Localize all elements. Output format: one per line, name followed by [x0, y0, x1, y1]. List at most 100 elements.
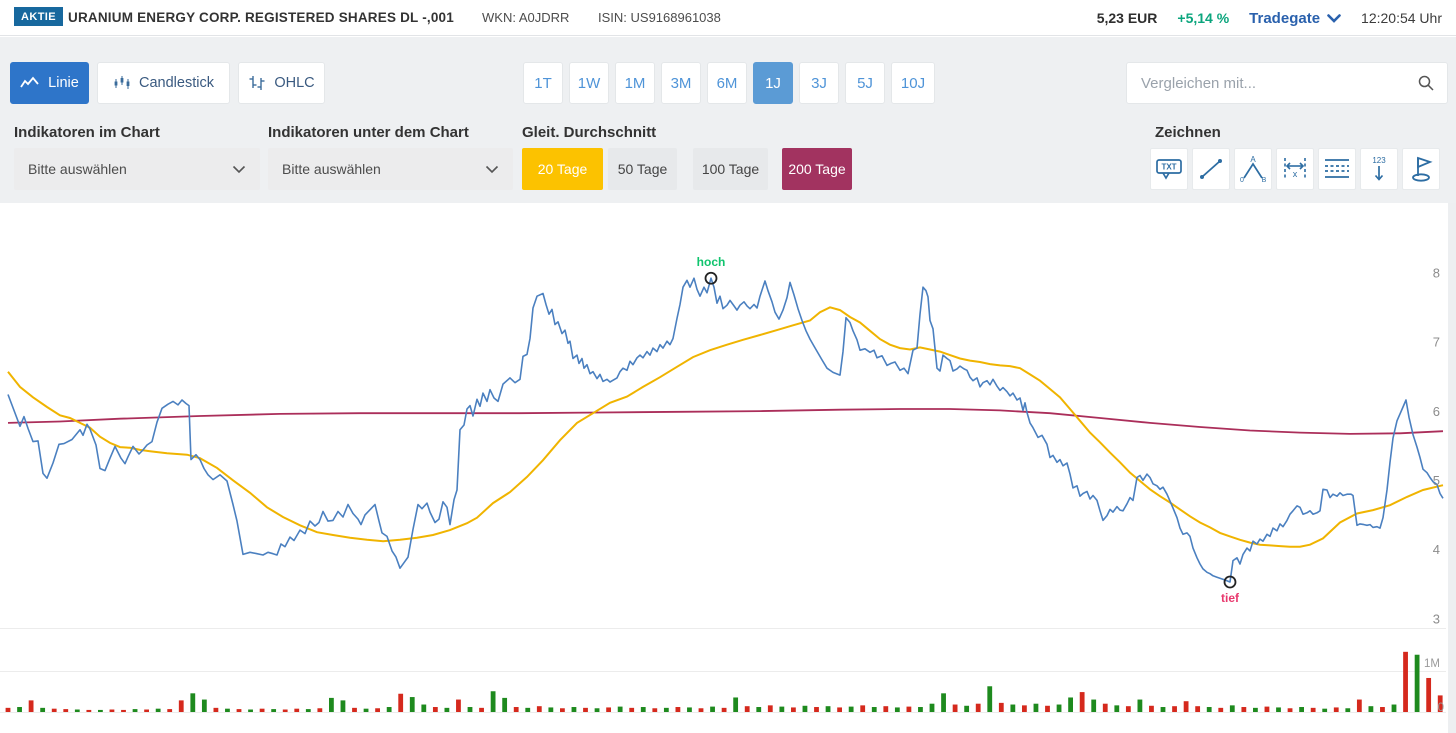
volume-bar	[756, 707, 761, 712]
volume-bar	[202, 700, 207, 712]
volume-bar	[329, 698, 334, 712]
volume-bar	[1426, 678, 1431, 712]
volume-bar	[491, 691, 496, 712]
volume-bar	[167, 709, 172, 712]
volume-bar	[6, 708, 11, 712]
volume-bar	[1345, 708, 1350, 712]
volume-bar	[387, 707, 392, 712]
volume-bar	[1149, 706, 1154, 712]
volume-bar	[190, 693, 195, 712]
volume-bar	[1103, 704, 1108, 712]
volume-bar	[352, 708, 357, 712]
volume-bar	[1034, 704, 1039, 712]
volume-bar	[364, 709, 369, 712]
volume-bar	[1218, 708, 1223, 712]
volume-bar	[144, 710, 149, 712]
volume-bar	[1403, 652, 1408, 712]
volume-bar	[1334, 707, 1339, 712]
volume-bar	[872, 707, 877, 712]
volume-bar	[479, 708, 484, 712]
volume-bar	[930, 704, 935, 712]
volume-bar	[248, 710, 253, 712]
y-axis-label: 6	[1433, 404, 1440, 419]
volume-bar	[1230, 705, 1235, 712]
volume-bar	[29, 700, 34, 712]
volume-bar	[52, 709, 57, 712]
volume-bar	[664, 708, 669, 712]
volume-bar	[1184, 701, 1189, 712]
volume-bar	[1357, 700, 1362, 712]
y-axis-label: 7	[1433, 335, 1440, 350]
volume-bar	[1138, 700, 1143, 712]
volume-bar	[1299, 707, 1304, 712]
volume-bar	[606, 707, 611, 712]
volume-bar	[502, 698, 507, 712]
volume-bar	[40, 708, 45, 712]
volume-bar	[17, 707, 22, 712]
volume-bar	[907, 707, 912, 712]
volume-bar	[687, 707, 692, 712]
volume-axis-label: 0	[1438, 702, 1444, 714]
volume-bar	[722, 708, 727, 712]
volume-bar	[1253, 708, 1258, 712]
volume-bar	[779, 707, 784, 712]
volume-bar	[964, 706, 969, 712]
volume-bar	[445, 708, 450, 712]
volume-bar	[918, 707, 923, 712]
volume-bar	[1068, 697, 1073, 712]
volume-bar	[676, 707, 681, 712]
volume-bar	[1369, 706, 1374, 712]
volume-bar	[537, 706, 542, 712]
volume-bar	[398, 694, 403, 712]
volume-bar	[860, 705, 865, 712]
volume-bar	[583, 708, 588, 712]
volume-bar	[260, 709, 265, 712]
volume-bar	[237, 709, 242, 712]
volume-bar	[179, 700, 184, 712]
volume-bar	[1415, 655, 1420, 712]
volume-bar	[410, 697, 415, 712]
volume-bar	[225, 709, 230, 712]
ma20-line	[8, 307, 1443, 546]
volume-bar	[1114, 705, 1119, 712]
volume-bar	[733, 697, 738, 712]
volume-bar	[1265, 707, 1270, 712]
volume-bar	[1195, 706, 1200, 712]
volume-bar	[745, 706, 750, 712]
high-label: hoch	[697, 255, 726, 269]
volume-bar	[341, 700, 346, 712]
y-axis-label: 3	[1433, 611, 1440, 626]
volume-bar	[1322, 709, 1327, 712]
volume-bar	[214, 708, 219, 712]
volume-bar	[572, 707, 577, 712]
ma200-line	[8, 409, 1443, 434]
volume-bar	[768, 705, 773, 712]
volume-bar	[652, 708, 657, 712]
volume-bar	[1010, 705, 1015, 712]
volume-bar	[883, 706, 888, 712]
volume-bar	[641, 707, 646, 712]
volume-bar	[560, 708, 565, 712]
volume-bar	[317, 708, 322, 712]
y-axis-label: 5	[1433, 473, 1440, 488]
volume-bar	[1022, 705, 1027, 712]
volume-bar	[699, 708, 704, 712]
volume-bar	[976, 704, 981, 712]
volume-bar	[433, 707, 438, 712]
price-chart[interactable]: 8765431M0hochtief	[0, 0, 1456, 733]
volume-bar	[826, 706, 831, 712]
volume-bar	[468, 707, 473, 712]
volume-bar	[306, 709, 311, 712]
volume-bar	[1380, 707, 1385, 712]
scrollbar-track[interactable]	[1448, 203, 1456, 733]
volume-bar	[63, 709, 68, 712]
volume-bar	[941, 693, 946, 712]
volume-bar	[548, 707, 553, 712]
volume-bar	[953, 705, 958, 712]
y-axis-label: 4	[1433, 542, 1440, 557]
volume-bar	[294, 709, 299, 712]
volume-bar	[595, 708, 600, 712]
volume-bar	[837, 707, 842, 712]
volume-bar	[710, 707, 715, 712]
volume-bar	[803, 706, 808, 712]
